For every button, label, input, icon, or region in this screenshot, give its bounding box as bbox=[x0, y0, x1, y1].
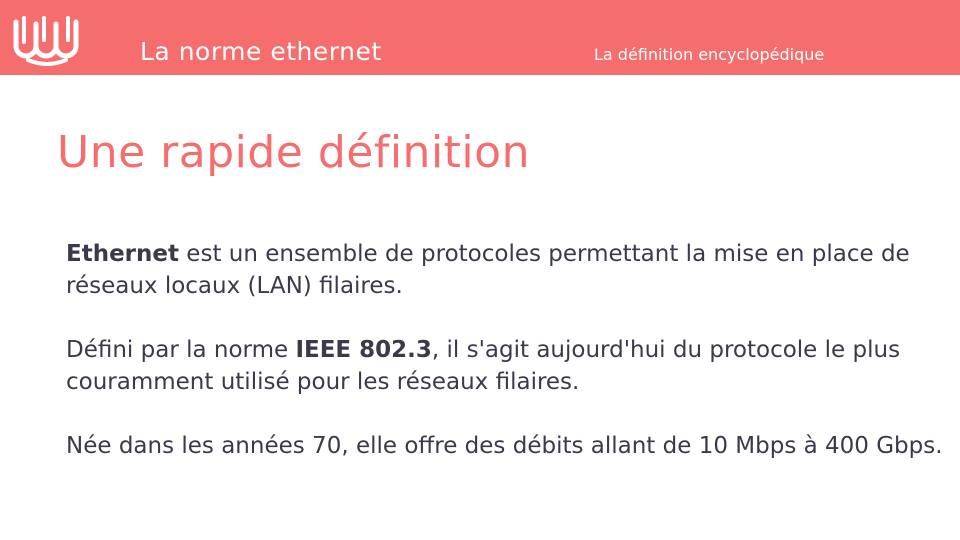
paragraph-1-text: est un ensemble de protocoles permettant… bbox=[66, 241, 910, 299]
header-subtitle: La définition encyclopédique bbox=[594, 45, 825, 64]
paragraph-ethernet-definition: Ethernet est un ensemble de protocoles p… bbox=[66, 238, 946, 302]
paragraph-2-lead: Défini par la norme bbox=[66, 337, 296, 363]
wave-logo-icon bbox=[13, 16, 79, 66]
term-ieee: IEEE 802.3 bbox=[295, 337, 432, 363]
slide-title: Une rapide définition bbox=[57, 127, 530, 178]
header-bar: La norme ethernet La définition encyclop… bbox=[0, 0, 960, 75]
deck-title: La norme ethernet bbox=[140, 37, 382, 66]
term-ethernet: Ethernet bbox=[66, 241, 179, 267]
paragraph-history: Née dans les années 70, elle offre des d… bbox=[66, 433, 943, 459]
slide-body: Ethernet est un ensemble de protocoles p… bbox=[66, 238, 946, 494]
paragraph-ieee-norm: Défini par la norme IEEE 802.3, il s'agi… bbox=[66, 334, 946, 398]
